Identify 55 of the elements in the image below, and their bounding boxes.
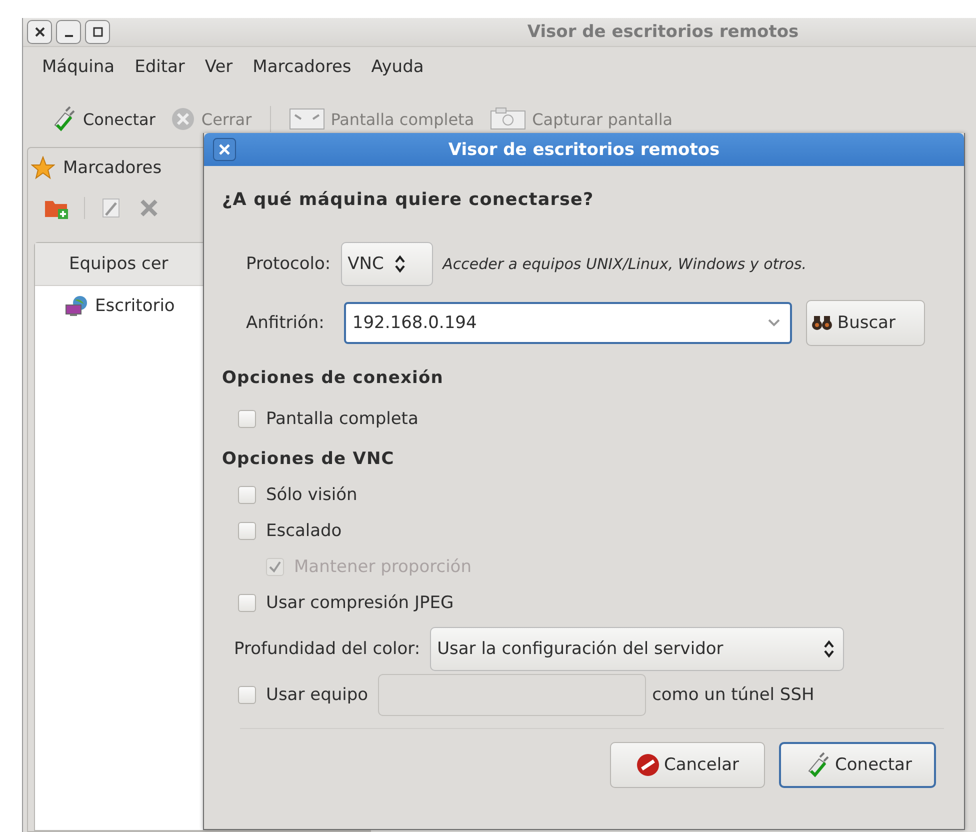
dialog-heading: ¿A qué máquina quiere conectarse? [222, 190, 595, 212]
panel-title: Marcadores [63, 158, 162, 178]
protocol-description: Acceder a equipos UNIX/Linux, Windows y otros. [442, 255, 807, 273]
checkbox-label: Escalado [266, 521, 342, 541]
close-icon [218, 143, 231, 156]
window-title: Visor de escritorios remotos [526, 22, 800, 42]
checkbox[interactable] [238, 594, 256, 612]
section-heading: Opciones de VNC [222, 448, 396, 471]
checkbox-label: Sólo visión [266, 485, 358, 505]
star-icon [31, 156, 55, 180]
remote-desktop-icon [65, 295, 89, 317]
maximize-icon [92, 26, 104, 38]
checkbox-label: Usar compresión JPEG [266, 593, 454, 613]
menu-item[interactable]: Ver [196, 57, 242, 85]
protocol-label: Protocolo: [246, 254, 331, 274]
ssh-host-field[interactable] [378, 674, 646, 716]
protocol-select[interactable]: VNC [340, 242, 433, 286]
menu-item[interactable]: Marcadores [244, 57, 360, 85]
host-field[interactable]: 192.168.0.194 [344, 302, 792, 344]
color-depth-select[interactable]: Usar la configuración del servidor [430, 627, 844, 671]
section-heading: Opciones de conexión [222, 367, 444, 390]
maximize-button[interactable] [85, 20, 110, 44]
list-item[interactable]: Escritorio [65, 286, 175, 326]
checkbox[interactable] [238, 522, 256, 540]
screen-icon [288, 107, 325, 131]
close-button[interactable] [27, 20, 52, 44]
connect-button[interactable]: Conectar [779, 742, 936, 788]
ssh-tunnel-label: como un túnel SSH [652, 685, 814, 705]
toolbar-button[interactable]: Conectar [41, 105, 164, 133]
close-icon [171, 107, 196, 131]
minimize-button[interactable] [56, 20, 81, 44]
menu-item[interactable]: Máquina [33, 57, 124, 85]
menu-item[interactable]: Ayuda [362, 57, 433, 85]
color-depth-label: Profundidad del color: [234, 639, 420, 659]
column-header[interactable]: Equipos cer [69, 254, 168, 274]
updown-arrow-icon [823, 639, 836, 659]
checkbox[interactable] [238, 686, 256, 704]
delete-icon[interactable] [139, 198, 159, 218]
cancel-button[interactable]: Cancelar [610, 742, 765, 788]
close-icon [34, 26, 46, 38]
host-label: Anfitrión: [246, 313, 324, 333]
binoculars-icon [811, 315, 834, 331]
checkbox-label: Mantener proporción [294, 557, 472, 577]
menu-item[interactable]: Editar [126, 57, 194, 85]
updown-arrow-icon [394, 254, 406, 274]
close-button[interactable] [213, 138, 236, 161]
search-button[interactable]: Buscar [806, 300, 926, 346]
minimize-icon [64, 35, 72, 37]
checkbox-label: Pantalla completa [266, 409, 418, 429]
checkbox[interactable] [238, 486, 256, 504]
dialog-title: Visor de escritorios remotos [447, 140, 721, 160]
checkbox-label: Usar equipo [266, 685, 368, 705]
checkbox[interactable] [238, 410, 256, 428]
cancel-icon [636, 753, 660, 777]
camera-icon [490, 107, 526, 131]
